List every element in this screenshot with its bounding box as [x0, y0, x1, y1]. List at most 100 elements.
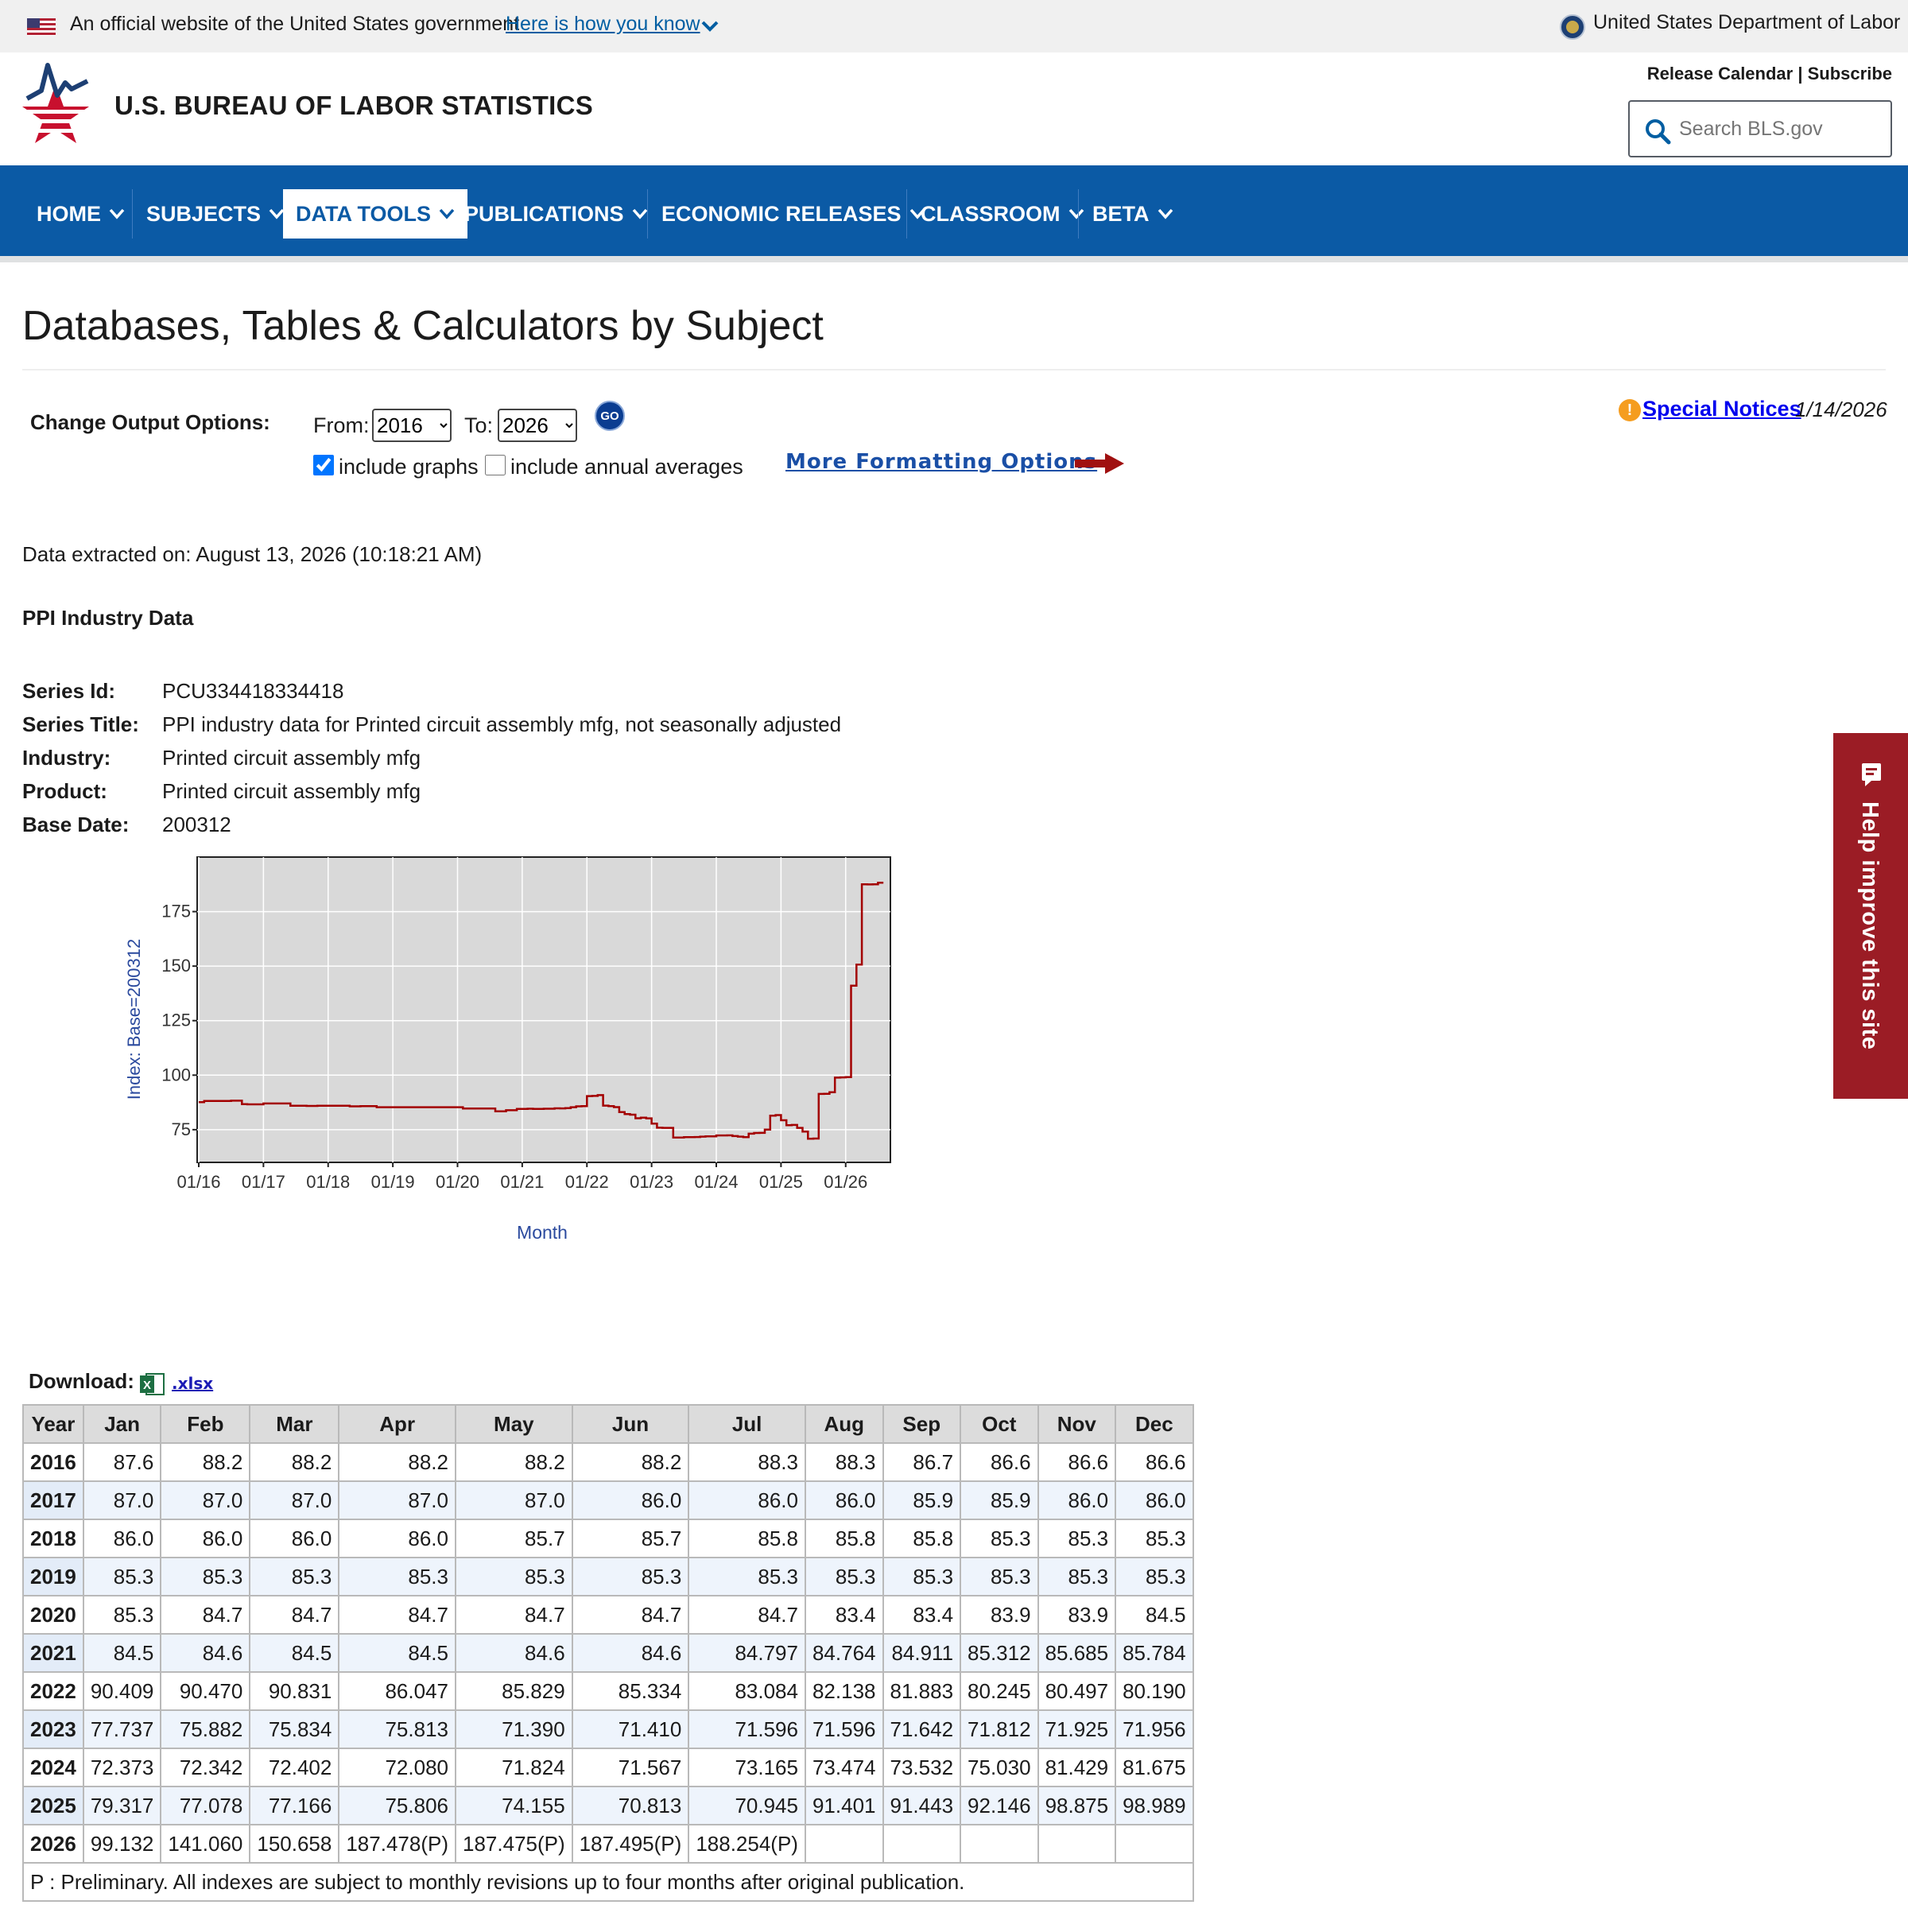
table-cell: 73.474	[804, 1748, 884, 1787]
x-tick-label: 01/25	[759, 1172, 803, 1192]
table-cell: 85.9	[960, 1480, 1039, 1520]
table-cell: 71.596	[688, 1709, 806, 1749]
row-year: 2019	[22, 1557, 84, 1596]
column-header: Mar	[249, 1404, 340, 1444]
series-title-label: Series Title:	[22, 712, 139, 736]
column-header: May	[455, 1404, 573, 1444]
include-graphs-label[interactable]: include graphs	[339, 455, 479, 479]
to-year-select[interactable]: 2026	[498, 409, 577, 442]
search-icon[interactable]	[1644, 118, 1671, 145]
table-cell: 87.0	[249, 1480, 340, 1520]
nav-economic-releases[interactable]: ECONOMIC RELEASES	[649, 189, 938, 239]
chevron-down-icon	[109, 208, 125, 219]
x-tick-label: 01/18	[306, 1172, 350, 1192]
util-separator: |	[1797, 64, 1803, 83]
nav-subjects[interactable]: SUBJECTS	[134, 189, 297, 239]
x-tick-label: 01/19	[371, 1172, 415, 1192]
table-cell: 71.824	[455, 1748, 573, 1787]
table-row: 2019 85.3 85.3 85.3 85.3 85.3 85.3 85.3 85.3 85.3…	[22, 1557, 1194, 1596]
column-header: Sep	[882, 1404, 962, 1444]
feedback-tab[interactable]: Help improve this site	[1833, 733, 1908, 1099]
nav-classroom[interactable]: CLASSROOM	[908, 189, 1097, 239]
arrow-right-icon[interactable]	[1075, 453, 1124, 474]
nav-beta[interactable]: BETA	[1080, 189, 1186, 239]
table-cell: 85.312	[960, 1633, 1039, 1673]
table-cell: 85.3	[1115, 1519, 1194, 1558]
table-cell: 81.429	[1037, 1748, 1117, 1787]
table-cell: 85.3	[455, 1557, 573, 1596]
site-title[interactable]: U.S. BUREAU OF LABOR STATISTICS	[114, 91, 593, 121]
table-cell: 84.7	[455, 1595, 573, 1635]
table-cell: 71.812	[960, 1709, 1039, 1749]
chevron-down-icon	[632, 208, 647, 219]
excel-icon[interactable]: X	[140, 1372, 165, 1396]
more-formatting-options-link[interactable]: More Formatting Options	[785, 450, 1097, 474]
table-cell: 85.784	[1115, 1633, 1194, 1673]
table-cell: 90.409	[82, 1671, 162, 1711]
from-label: From:	[313, 413, 370, 437]
table-cell	[1037, 1824, 1117, 1864]
table-cell: 87.0	[160, 1480, 251, 1520]
table-cell: 90.470	[160, 1671, 251, 1711]
nav-publications[interactable]: PUBLICATIONS	[452, 189, 661, 239]
xlsx-download-link[interactable]: .xlsx	[172, 1374, 213, 1393]
industry-label: Industry:	[22, 746, 111, 770]
ppi-data-table: Year Jan Feb Mar Apr May Jun Jul Aug Sep Oct Nov Dec…	[22, 1404, 1194, 1902]
base-date-value: 200312	[162, 813, 231, 836]
x-tick-label: 01/23	[630, 1172, 673, 1192]
column-header: Oct	[960, 1404, 1039, 1444]
table-cell: 71.642	[882, 1709, 962, 1749]
table-cell: 86.6	[1115, 1442, 1194, 1482]
table-footnote-row: P : Preliminary. All indexes are subject…	[22, 1862, 1194, 1902]
include-annual-averages-label[interactable]: include annual averages	[510, 455, 743, 479]
go-button[interactable]: GO	[595, 401, 625, 431]
table-cell: 85.7	[455, 1519, 573, 1558]
search-input[interactable]	[1677, 113, 1884, 145]
table-cell: 84.6	[455, 1633, 573, 1673]
main-nav: HOME SUBJECTS DATA TOOLS PUBLICATIONS EC…	[0, 165, 1908, 262]
column-header: Jun	[571, 1404, 690, 1444]
table-cell: 71.390	[455, 1709, 573, 1749]
table-cell: 71.410	[571, 1709, 690, 1749]
chevron-down-icon[interactable]	[700, 16, 720, 37]
table-cell: 85.7	[571, 1519, 690, 1558]
subscribe-link[interactable]: Subscribe	[1808, 64, 1892, 83]
table-cell: 71.567	[571, 1748, 690, 1787]
table-cell: 71.925	[1037, 1709, 1117, 1749]
plot-area	[196, 856, 891, 1163]
table-cell: 80.245	[960, 1671, 1039, 1711]
x-tick-label: 01/17	[242, 1172, 285, 1192]
table-cell: 150.658	[249, 1824, 340, 1864]
include-annual-averages-checkbox[interactable]	[485, 455, 506, 475]
table-cell: 98.989	[1115, 1786, 1194, 1825]
bls-logo-icon[interactable]	[16, 60, 95, 148]
table-cell: 70.945	[688, 1786, 806, 1825]
table-cell: 88.2	[249, 1442, 340, 1482]
table-cell: 86.6	[960, 1442, 1039, 1482]
how-you-know-link[interactable]: Here is how you know	[506, 13, 700, 36]
table-cell: 81.675	[1115, 1748, 1194, 1787]
release-calendar-link[interactable]: Release Calendar	[1647, 64, 1793, 83]
table-cell: 85.3	[249, 1557, 340, 1596]
table-cell: 83.4	[882, 1595, 962, 1635]
dol-link[interactable]: United States Department of Labor	[1593, 11, 1900, 34]
table-row: 2025 79.317 77.078 77.166 75.806 74.155 70.813…	[22, 1786, 1194, 1825]
table-cell: 85.3	[82, 1595, 162, 1635]
table-cell: 88.2	[455, 1442, 573, 1482]
from-year-select[interactable]: 2016	[372, 409, 452, 442]
table-cell: 72.080	[338, 1748, 456, 1787]
table-cell: 85.3	[688, 1557, 806, 1596]
table-row: 2024 72.373 72.342 72.402 72.080 71.824 71.567…	[22, 1748, 1194, 1787]
column-header: Nov	[1037, 1404, 1117, 1444]
table-cell: 73.165	[688, 1748, 806, 1787]
search-box[interactable]	[1628, 100, 1892, 157]
nav-data-tools[interactable]: DATA TOOLS	[283, 189, 467, 239]
table-cell: 84.5	[249, 1633, 340, 1673]
include-graphs-checkbox[interactable]	[313, 455, 334, 475]
nav-home[interactable]: HOME	[24, 189, 138, 239]
table-cell: 84.7	[249, 1595, 340, 1635]
product-label: Product:	[22, 779, 107, 803]
utility-links: Release Calendar | Subscribe	[1647, 64, 1892, 84]
special-notices-link[interactable]: Special Notices	[1642, 397, 1801, 421]
special-notices-date: 1/14/2026	[1795, 398, 1887, 421]
